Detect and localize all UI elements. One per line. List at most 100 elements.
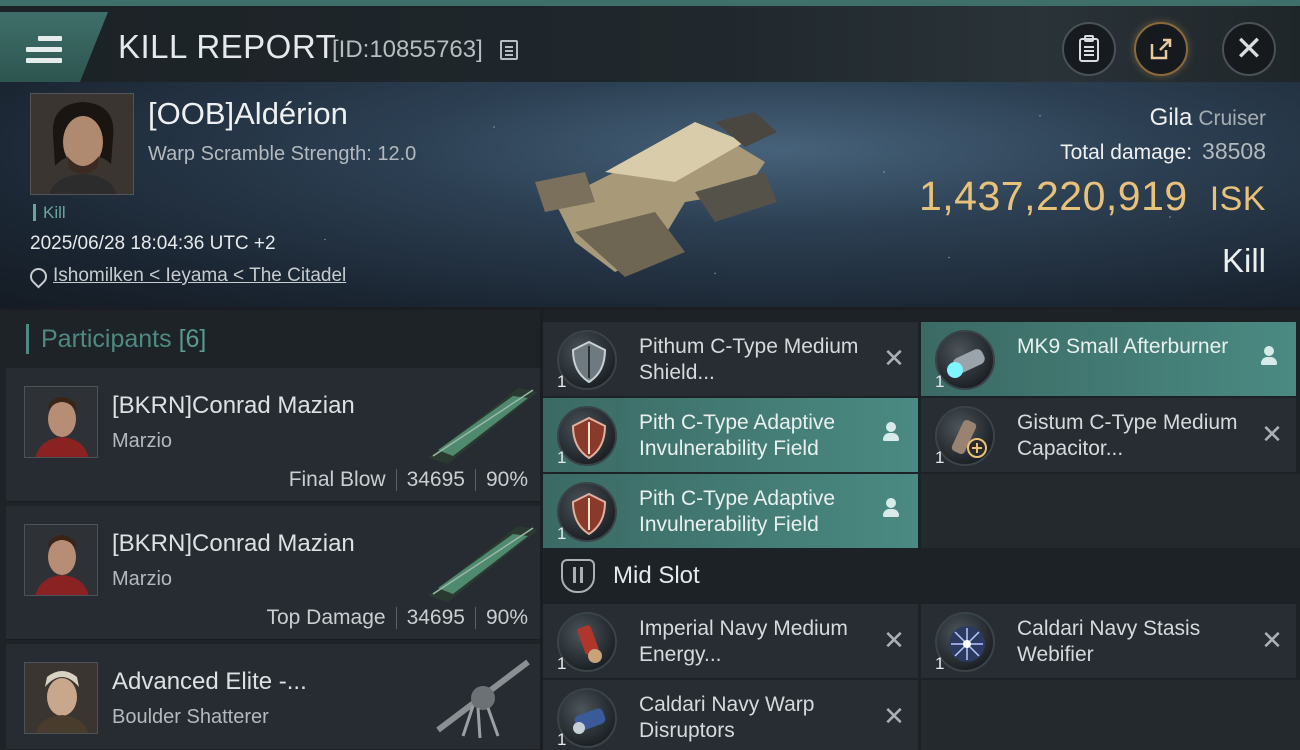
participant-name[interactable]: [BKRN]Conrad Mazian [112, 530, 355, 558]
module-item[interactable]: 1 Gistum C-Type Medium Capacitor... ✕ [921, 398, 1296, 472]
participant-ship: Marzio [112, 430, 173, 452]
participant-row[interactable]: [BKRN]Conrad Mazian Marzio Top Damage 34… [6, 506, 540, 640]
participant-percent: 90% [485, 606, 528, 629]
participants-count: [6] [178, 325, 207, 353]
module-item[interactable]: 1 Pith C-Type Adaptive Invulnerability F… [543, 398, 918, 472]
participant-name[interactable]: [BKRN]Conrad Mazian [112, 392, 355, 420]
copy-icon[interactable] [500, 40, 518, 60]
page-title: KILL REPORT [118, 28, 337, 65]
kill-location[interactable]: Ishomilken < Ieyama < The Citadel [30, 265, 346, 287]
kill-datetime: 2025/06/28 18:04:36 UTC +2 [30, 233, 276, 254]
divider [395, 607, 397, 629]
module-quantity: 1 [935, 448, 945, 467]
portrait-image [31, 94, 133, 194]
result-label: Kill [1221, 242, 1266, 279]
share-icon [1150, 38, 1172, 60]
participant-row[interactable]: [BKRN]Conrad Mazian Marzio Final Blow 34… [6, 368, 540, 502]
menu-icon [26, 36, 62, 64]
module-name: Gistum C-Type Medium Capacitor... [1017, 411, 1238, 460]
participant-damage: 34695 [406, 468, 465, 491]
module-quantity: 1 [557, 448, 567, 467]
participant-ship: Marzio [112, 568, 173, 590]
share-button[interactable] [1134, 22, 1188, 76]
module-item[interactable]: 1 Pithum C-Type Medium Shield... ✕ [543, 322, 918, 396]
participant-name[interactable]: Advanced Elite -... [112, 668, 307, 696]
person-icon [1260, 346, 1278, 366]
participants-panel: Participants [6] [BKRN]Conrad Mazian Mar… [0, 310, 540, 750]
divider [474, 469, 476, 491]
destroyed-icon: ✕ [1261, 625, 1283, 655]
location-link[interactable]: Ishomilken < Ieyama < The Citadel [53, 265, 346, 287]
module-item[interactable]: 1 MK9 Small Afterburner [921, 322, 1296, 396]
mid-slot-icon [561, 559, 595, 593]
kill-tag: Kill [33, 204, 66, 221]
isk-value: 1,437,220,919 [918, 173, 1188, 219]
participant-percent: 90% [485, 468, 528, 491]
mid-slot-header: Mid Slot [543, 548, 1300, 604]
isk-unit: ISK [1209, 180, 1266, 218]
participant-damage: 34695 [406, 606, 465, 629]
participant-role: Top Damage [266, 606, 386, 629]
person-icon [882, 498, 900, 518]
mid-slot-label: Mid Slot [613, 562, 700, 589]
participant-ship-image [428, 388, 538, 464]
participant-ship-image [428, 526, 538, 602]
report-id: [ID:10855763] [332, 36, 483, 63]
empty-slot [921, 680, 1300, 750]
participant-stats: Top Damage 34695 90% [266, 606, 528, 630]
participants-label: Participants [41, 325, 172, 353]
dropped-status [1260, 346, 1284, 370]
participant-avatar [24, 524, 98, 596]
module-name: Pith C-Type Adaptive Invulnerability Fie… [639, 487, 836, 536]
ship-name[interactable]: Gila [1150, 104, 1193, 131]
participant-role: Final Blow [288, 468, 386, 491]
divider [395, 469, 397, 491]
participant-avatar [24, 662, 98, 734]
module-quantity: 1 [935, 654, 945, 673]
participant-row[interactable]: Advanced Elite -... Boulder Shatterer [6, 644, 540, 750]
module-name: MK9 Small Afterburner [1017, 335, 1229, 358]
destroyed-icon: ✕ [1261, 419, 1283, 449]
module-item[interactable]: 1 Imperial Navy Medium Energy... ✕ [543, 604, 918, 678]
divider [474, 607, 476, 629]
dropped-status [882, 498, 906, 522]
participant-stats: Final Blow 34695 90% [289, 468, 528, 492]
module-quantity: 1 [557, 730, 567, 749]
participant-ship-image [436, 659, 530, 739]
module-quantity: 1 [935, 372, 945, 391]
dropped-status [882, 422, 906, 446]
ship-summary: Gila Cruiser Total damage: 38508 1,437,220… [919, 104, 1266, 220]
destroyed-icon: ✕ [883, 625, 905, 655]
participant-ship: Boulder Shatterer [112, 706, 269, 728]
total-damage-label: Total damage: [1060, 141, 1193, 164]
empty-slot [921, 474, 1300, 548]
module-item[interactable]: 1 Caldari Navy Stasis Webifier ✕ [921, 604, 1296, 678]
victim-ship-image [535, 112, 777, 277]
module-item[interactable]: 1 Caldari Navy Warp Disruptors ✕ [543, 680, 918, 750]
close-button[interactable]: ✕ [1222, 22, 1276, 76]
module-name: Caldari Navy Stasis Webifier [1017, 617, 1201, 666]
module-name: Pith C-Type Adaptive Invulnerability Fie… [639, 411, 836, 460]
top-bar: KILL REPORT [ID:10855763] ✕ [0, 0, 1300, 82]
module-item[interactable]: 1 Pith C-Type Adaptive Invulnerability F… [543, 474, 918, 548]
warp-scramble-strength: Warp Scramble Strength: 12.0 [148, 143, 417, 165]
victim-avatar[interactable] [30, 93, 134, 195]
victim-panel: [OOB]Aldérion Warp Scramble Strength: 12… [0, 82, 1300, 307]
fitted-modules-panel: 1 Pithum C-Type Medium Shield... ✕ 1 MK9… [543, 310, 1300, 750]
menu-button[interactable] [0, 12, 108, 82]
module-quantity: 1 [557, 372, 567, 391]
ship-class: Cruiser [1198, 107, 1266, 130]
participants-header: Participants [6] [26, 324, 206, 354]
clipboard-button[interactable] [1062, 22, 1116, 76]
destroyed-icon: ✕ [883, 343, 905, 373]
victim-name[interactable]: [OOB]Aldérion [148, 96, 348, 132]
location-pin-icon [30, 268, 43, 285]
close-icon: ✕ [1234, 30, 1264, 68]
module-name: Pithum C-Type Medium Shield... [639, 335, 859, 384]
module-quantity: 1 [557, 524, 567, 543]
participant-avatar [24, 386, 98, 458]
total-damage-value: 38508 [1202, 138, 1266, 164]
module-quantity: 1 [557, 654, 567, 673]
destroyed-icon: ✕ [883, 701, 905, 731]
clipboard-icon [1079, 35, 1099, 62]
